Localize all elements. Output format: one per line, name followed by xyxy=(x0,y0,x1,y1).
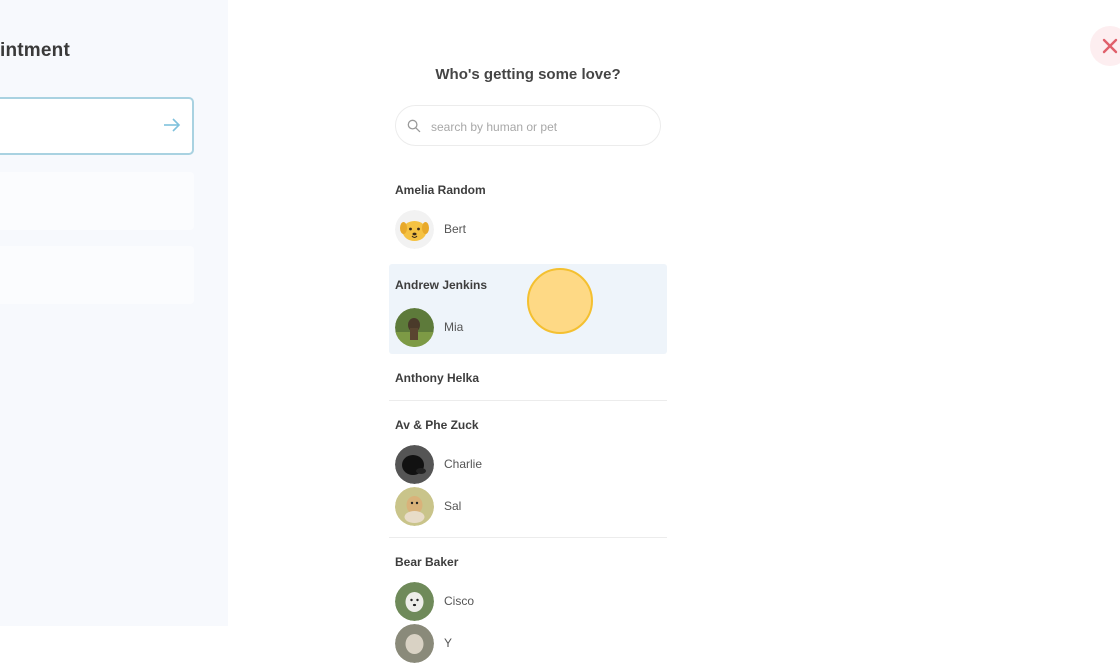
pet-name: Y xyxy=(444,636,453,650)
owner-name[interactable]: Andrew Jenkins xyxy=(389,264,667,306)
pet-name: Cisco xyxy=(444,594,475,608)
pet-name: Sal xyxy=(444,499,462,513)
arrow-right-icon xyxy=(162,113,182,137)
page-title: intment xyxy=(0,40,71,61)
owner-group-selected: Andrew Jenkins Mia xyxy=(389,264,667,354)
pet-row[interactable]: Cisco xyxy=(389,580,667,622)
owner-name[interactable]: Amelia Random xyxy=(389,172,667,208)
dog-photo-icon xyxy=(395,307,434,347)
owner-group: Amelia Random Bert xyxy=(389,172,667,254)
dog-photo-icon xyxy=(395,486,434,526)
pet-row[interactable]: Charlie xyxy=(389,443,667,485)
pet-name: Bert xyxy=(444,222,467,236)
option-card[interactable] xyxy=(0,172,194,230)
pet-row[interactable]: Mia xyxy=(389,306,667,348)
owner-name[interactable]: Anthony Helka xyxy=(389,360,667,396)
search-icon xyxy=(407,119,421,138)
owner-group: Anthony Helka xyxy=(389,354,667,401)
owner-name[interactable]: Av & Phe Zuck xyxy=(389,407,667,443)
dog-photo-icon xyxy=(395,581,434,621)
dog-avatar-icon xyxy=(395,209,434,249)
modal-heading: Who's getting some love? xyxy=(435,66,621,83)
selected-option-card[interactable] xyxy=(0,97,194,155)
dog-photo-icon xyxy=(395,623,434,663)
close-button[interactable] xyxy=(1090,26,1120,66)
owner-list: Amelia Random Bert Andrew Jenkins Mia An… xyxy=(389,172,667,668)
dog-photo-icon xyxy=(395,444,434,484)
owner-group: Bear Baker Cisco Y xyxy=(389,538,667,668)
owner-name[interactable]: Bear Baker xyxy=(389,544,667,580)
pet-row[interactable]: Bert xyxy=(389,208,667,250)
pet-name: Mia xyxy=(444,320,464,334)
option-card[interactable] xyxy=(0,246,194,304)
background-panel: intment xyxy=(0,0,228,626)
pet-name: Charlie xyxy=(444,457,483,471)
owner-group: Av & Phe Zuck Charlie Sal xyxy=(389,401,667,538)
search-box[interactable] xyxy=(395,105,661,146)
search-input[interactable] xyxy=(429,114,653,140)
pet-row[interactable]: Sal xyxy=(389,485,667,527)
pet-row[interactable]: Y xyxy=(389,622,667,664)
